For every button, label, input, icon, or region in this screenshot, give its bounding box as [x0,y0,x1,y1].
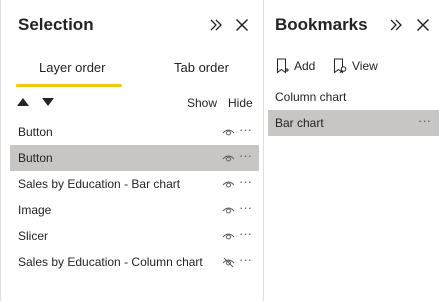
layer-label: Sales by Education - Bar chart [18,177,181,191]
add-label: Add [294,59,316,73]
close-selection-button[interactable] [232,14,252,36]
visibility-toggle[interactable] [222,231,236,241]
more-options-button[interactable]: ··· [239,174,252,189]
hide-all-button[interactable]: Hide [228,96,253,110]
more-options-button[interactable]: ··· [239,122,252,137]
tab-tab-order[interactable]: Tab order [174,60,229,75]
active-tab-indicator [16,84,122,87]
collapse-selection-button[interactable] [206,14,226,36]
bookmark-label: Bar chart [275,116,324,130]
close-icon [416,18,430,32]
layer-row[interactable]: Button ··· [10,145,259,171]
add-bookmark-button[interactable]: Add [276,58,315,74]
bookmark-list: Column chart Bar chart ··· [268,84,439,136]
layer-row[interactable]: Button ··· [10,119,259,145]
layer-row[interactable]: Sales by Education - Bar chart ··· [10,171,259,197]
close-icon [235,18,249,32]
eye-icon [222,207,235,213]
eye-icon [222,129,235,135]
selection-title: Selection [18,15,94,34]
more-options-button[interactable]: ··· [239,252,252,267]
layer-label: Sales by Education - Column chart [18,255,203,269]
layer-label: Slicer [18,229,49,243]
eye-icon [222,181,235,187]
layer-row[interactable]: Sales by Education - Column chart ··· [10,249,259,275]
bookmark-add-icon [277,58,289,74]
double-chevron-right-icon [390,19,402,31]
eye-icon [222,233,235,239]
layer-label: Button [18,151,53,165]
move-up-button[interactable] [16,96,30,108]
selection-pane: Selection Layer order Tab order Show Hid… [0,0,262,301]
bookmark-item[interactable]: Bar chart ··· [268,110,439,136]
double-chevron-right-icon [210,19,222,31]
visibility-toggle[interactable] [222,205,236,215]
show-all-button[interactable]: Show [187,96,217,110]
bookmark-item[interactable]: Column chart [268,84,439,110]
visibility-toggle[interactable] [222,179,236,189]
move-down-button[interactable] [41,96,55,108]
more-options-button[interactable]: ··· [239,200,252,215]
layer-label: Image [18,203,52,217]
bookmark-view-icon [334,58,347,74]
bookmarks-pane: Bookmarks Add View Column chart Bar char… [263,0,439,301]
visibility-toggle[interactable] [222,127,236,137]
bookmark-label: Column chart [275,90,347,104]
tab-layer-order[interactable]: Layer order [39,60,105,75]
view-label: View [352,59,378,73]
visibility-toggle[interactable] [222,257,236,267]
eye-icon [222,155,235,161]
visibility-toggle[interactable] [222,153,236,163]
more-options-button[interactable]: ··· [239,148,252,163]
layer-list: Button ··· Button ··· Sales by Education… [10,119,259,275]
layer-row[interactable]: Slicer ··· [10,223,259,249]
more-options-button[interactable]: ··· [239,226,252,241]
collapse-bookmarks-button[interactable] [386,14,406,36]
close-bookmarks-button[interactable] [413,14,433,36]
triangle-down-icon [42,98,54,106]
layer-label: Button [18,125,53,139]
bookmarks-title: Bookmarks [275,15,368,34]
more-options-button[interactable]: ··· [418,113,431,128]
triangle-up-icon [17,98,29,106]
view-bookmark-button[interactable]: View [333,58,378,74]
eye-slash-icon [222,257,235,267]
layer-row[interactable]: Image ··· [10,197,259,223]
